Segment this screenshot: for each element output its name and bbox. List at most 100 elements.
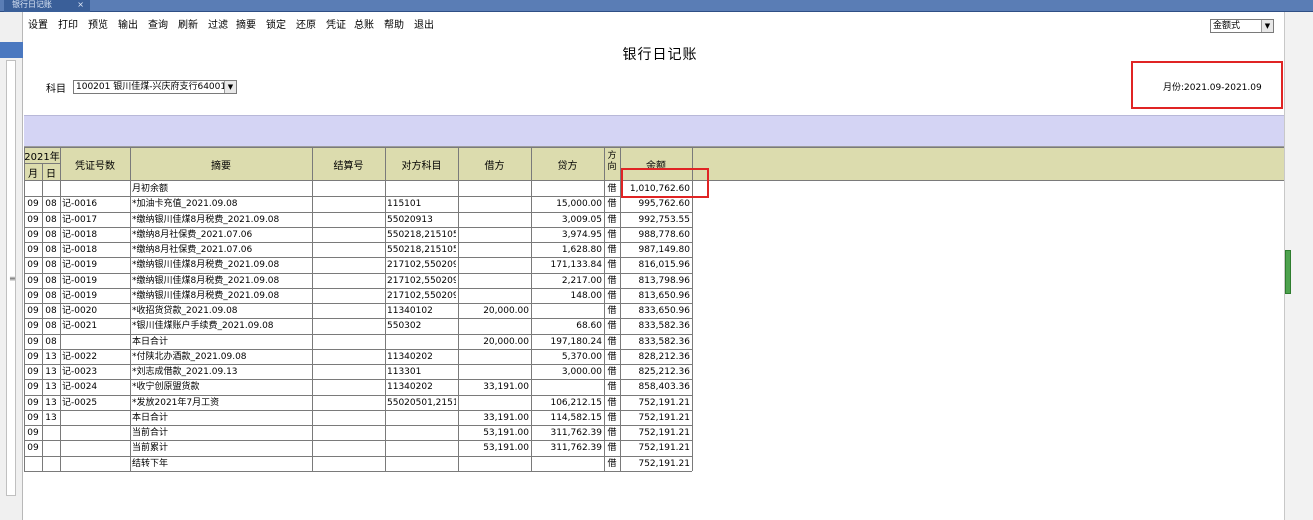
splitter-grip-icon[interactable]: ≡ <box>9 274 16 283</box>
cell-bal: 816,015.96 <box>638 260 690 271</box>
cell-dir: 借 <box>607 351 617 362</box>
cell-dir: 借 <box>607 321 617 332</box>
cell-s: *缴纳银川佳煤8月税费_2021.09.08 <box>132 214 280 225</box>
toolbar-button-8[interactable]: 锁定 <box>266 18 286 34</box>
cell-cp <box>387 441 456 456</box>
format-select-value: 金额式 <box>1213 21 1241 31</box>
cell-dir: 借 <box>607 214 617 225</box>
filter-band <box>24 115 1284 147</box>
cell-st <box>314 289 383 304</box>
toolbar-button-1[interactable]: 打印 <box>58 18 78 34</box>
cell-dir: 借 <box>607 306 617 316</box>
cell-cp <box>387 426 456 441</box>
toolbar-button-12[interactable]: 帮助 <box>384 18 404 34</box>
cell-cr: 2,217.00 <box>561 275 602 286</box>
cell-s: *刘志成借款_2021.09.13 <box>132 367 238 377</box>
cell-v: 记-0022 <box>62 351 98 362</box>
cell-dir: 借 <box>607 184 617 194</box>
cell-dir: 借 <box>607 336 617 347</box>
toolbar-button-13[interactable]: 退出 <box>414 18 434 34</box>
cell-m: 09 <box>27 260 39 271</box>
cell-s: *缴纳8月社保费_2021.07.06 <box>132 229 253 240</box>
cell-dr: 53,191.00 <box>483 428 529 438</box>
cell-d: 08 <box>45 229 57 240</box>
header-direction: 方向 <box>607 151 617 172</box>
header-counter: 对方科目 <box>401 161 442 172</box>
cell-v: 记-0025 <box>62 397 98 408</box>
header-rule <box>24 147 1284 148</box>
header-debit: 借方 <box>484 161 505 172</box>
header-rule <box>60 147 61 181</box>
cell-bal: 858,403.36 <box>638 382 690 393</box>
column-rule <box>42 181 43 471</box>
toolbar-button-10[interactable]: 凭证 <box>326 18 346 34</box>
cell-d: 13 <box>45 351 57 362</box>
toolbar-button-9[interactable]: 还原 <box>296 18 316 34</box>
toolbar-button-5[interactable]: 刷新 <box>178 18 198 34</box>
chevron-down-icon: ▼ <box>1261 20 1273 32</box>
cell-dr <box>460 350 529 365</box>
chevron-down-icon: ▼ <box>224 81 236 93</box>
toolbar-button-11[interactable]: 总账 <box>354 18 374 34</box>
column-rule <box>24 181 25 471</box>
cell-st <box>314 319 383 334</box>
cell-cp: 55020501,215101 <box>387 397 456 408</box>
cell-cr: 311,762.39 <box>550 443 602 454</box>
cell-dr <box>460 457 529 472</box>
toolbar-button-2[interactable]: 预览 <box>88 18 108 34</box>
cell-d: 08 <box>45 245 57 255</box>
format-select[interactable]: 金额式 ▼ <box>1210 19 1274 33</box>
gutter-tab[interactable] <box>0 42 23 58</box>
cell-v: 记-0018 <box>62 229 98 240</box>
cell-d: 08 <box>45 306 57 316</box>
toolbar-button-0[interactable]: 设置 <box>28 18 48 34</box>
toolbar-button-4[interactable]: 查询 <box>148 18 168 34</box>
cell-bal: 995,762.60 <box>638 199 690 210</box>
cell-cp: 113301 <box>387 367 422 377</box>
subject-select[interactable]: 100201 银川佳煤-兴庆府支行640011 ▼ <box>73 80 237 94</box>
cell-cp: 550302 <box>387 321 422 332</box>
toolbar-button-7[interactable]: 摘要 <box>236 18 256 34</box>
close-icon[interactable]: × <box>77 0 84 10</box>
cell-bal: 813,650.96 <box>638 290 690 301</box>
cell-cp: 11340202 <box>387 351 433 362</box>
toolbar-button-6[interactable]: 过滤 <box>208 18 228 34</box>
cell-dr <box>460 182 529 197</box>
cell-bal: 752,191.21 <box>638 397 690 408</box>
cell-m: 09 <box>27 336 39 347</box>
toolbar-button-3[interactable]: 输出 <box>118 18 138 34</box>
vertical-scrollbar[interactable] <box>1284 12 1313 520</box>
cell-d: 08 <box>45 336 57 347</box>
cell-dr <box>460 228 529 243</box>
tab-bank-journal[interactable]: 银行日记账 × <box>4 0 90 12</box>
subject-select-value: 100201 银川佳煤-兴庆府支行640011 <box>76 82 232 92</box>
cell-cr: 197,180.24 <box>550 336 602 347</box>
column-rule <box>60 181 61 471</box>
cell-cp <box>387 411 456 426</box>
cell-dr: 33,191.00 <box>483 412 529 423</box>
header-voucher: 凭证号数 <box>75 161 115 172</box>
cell-cr: 15,000.00 <box>556 199 602 210</box>
cell-cr: 114,582.15 <box>550 412 602 423</box>
cell-cr: 148.00 <box>570 290 603 301</box>
cell-v: 记-0019 <box>62 260 98 271</box>
cell-s: *付陕北办酒款_2021.09.08 <box>132 351 247 362</box>
cell-s: *收招货贷款_2021.09.08 <box>132 306 238 316</box>
cell-cr <box>533 304 602 319</box>
cell-d <box>44 441 58 456</box>
header-rule <box>312 147 313 181</box>
cell-bal: 752,191.21 <box>638 428 690 438</box>
cell-cp: 217102,55020903 <box>387 290 456 301</box>
cell-st <box>314 411 383 426</box>
cell-cp: 11340202 <box>387 382 433 393</box>
cell-dr: 20,000.00 <box>483 336 529 347</box>
cell-m: 09 <box>27 306 39 316</box>
cell-dr <box>460 319 529 334</box>
cell-dr <box>460 289 529 304</box>
cell-dir: 借 <box>607 290 617 301</box>
scroll-thumb[interactable] <box>1285 250 1291 294</box>
cell-cr: 3,974.95 <box>561 229 602 240</box>
cell-dir: 借 <box>607 275 617 286</box>
cell-v: 记-0019 <box>62 275 98 286</box>
column-rule <box>385 181 386 471</box>
